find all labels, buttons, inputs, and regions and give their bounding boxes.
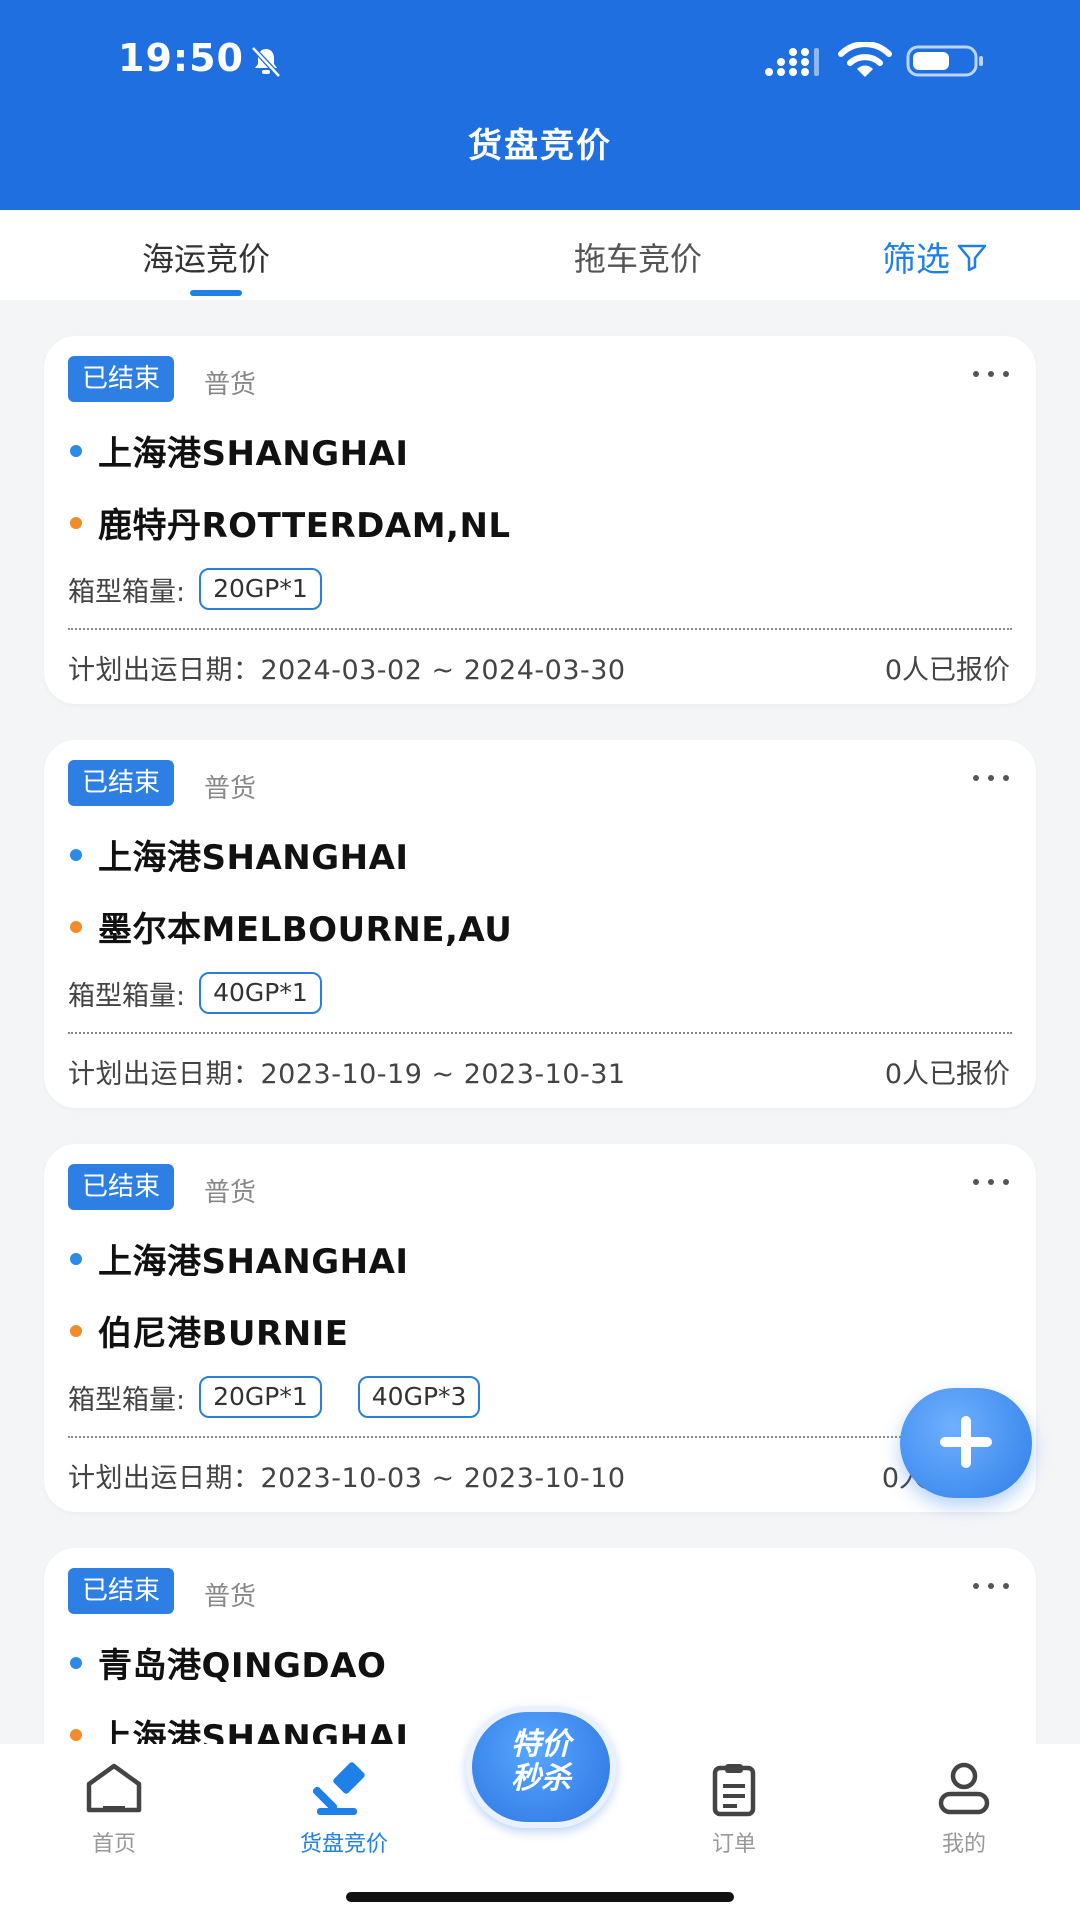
container-label: 箱型箱量: [68,980,186,1012]
container-tag: 20GP*1 [199,1376,322,1418]
more-icon[interactable] [970,368,1012,380]
home-indicator [346,1892,734,1902]
nav-orders[interactable]: 订单 [654,1760,814,1858]
status-badge: 已结束 [68,1568,175,1614]
destination-port: 伯尼港BURNIE [70,1306,349,1355]
flash-sale-line-1: 特价 [511,1727,571,1762]
destination-dot [70,516,82,529]
nav-mine-label: 我的 [941,1832,986,1857]
plus-icon [940,1416,992,1468]
destination-port: 墨尔本MELBOURNE,AU [70,902,512,951]
destination-port-name: 墨尔本MELBOURNE,AU [98,910,513,950]
destination-dot [70,1324,82,1337]
gavel-icon [312,1762,365,1815]
bidding-card[interactable]: 已结束 普货 上海港SHANGHAI 墨尔本MELBOURNE,AU 箱型箱量:… [44,740,1036,1108]
more-icon[interactable] [970,1580,1012,1592]
destination-dot [70,920,82,933]
cargo-type: 普货 [204,1582,257,1612]
cargo-type: 普货 [204,1178,257,1208]
tab-truck-bidding[interactable]: 拖车竞价 [574,234,702,280]
funnel-icon [957,244,987,271]
wifi-icon [838,42,892,77]
origin-dot [70,848,82,861]
origin-port-name: 上海港SHANGHAI [98,1242,409,1282]
quote-count: 0人已报价 [884,1059,1010,1090]
container-tag: 40GP*3 [357,1376,481,1418]
origin-dot [70,1252,82,1265]
bell-muted-icon [251,46,281,78]
status-badge: 已结束 [68,356,175,402]
cargo-type: 普货 [204,774,257,804]
nav-bidding[interactable]: 货盘竞价 [264,1760,424,1858]
add-bidding-button[interactable] [900,1388,1032,1498]
flash-sale-button[interactable]: 特价 秒杀 [466,1706,616,1828]
destination-port-name: 鹿特丹ROTTERDAM,NL [98,506,511,546]
tab-sea-bidding[interactable]: 海运竞价 [142,234,270,280]
user-icon [938,1762,990,1815]
divider [68,628,1012,630]
container-row: 箱型箱量: 20GP*1 [68,568,358,610]
shipping-dates: 计划出运日期：2023-10-19 ~ 2023-10-31 [68,1059,626,1090]
shipping-dates: 计划出运日期：2023-10-03 ~ 2023-10-10 [68,1463,626,1494]
nav-mine[interactable]: 我的 [884,1760,1044,1858]
status-badge: 已结束 [68,760,175,806]
battery-icon [906,45,983,77]
origin-port-name: 上海港SHANGHAI [98,434,409,474]
filter-button[interactable]: 筛选 [882,232,988,281]
divider [68,1032,1012,1034]
origin-port-name: 青岛港QINGDAO [98,1646,387,1686]
nav-home-label: 首页 [91,1832,136,1857]
origin-port-name: 上海港SHANGHAI [98,838,409,878]
origin-dot [70,1656,82,1669]
container-label: 箱型箱量: [68,1384,186,1416]
more-icon[interactable] [970,772,1012,784]
origin-port: 青岛港QINGDAO [70,1638,386,1687]
shipping-dates: 计划出运日期：2024-03-02 ~ 2024-03-30 [68,655,626,686]
filter-label: 筛选 [882,240,950,280]
container-row: 箱型箱量: 20GP*1 40GP*3 [68,1376,516,1418]
nav-bidding-label: 货盘竞价 [299,1832,388,1857]
origin-port: 上海港SHANGHAI [70,830,409,879]
bidding-card[interactable]: 已结束 普货 上海港SHANGHAI 伯尼港BURNIE 箱型箱量: 20GP*… [44,1144,1036,1512]
flash-sale-line-2: 秒杀 [511,1761,571,1796]
divider [68,1436,1012,1438]
container-tag: 20GP*1 [199,568,322,610]
signal-icon [765,48,819,76]
origin-dot [70,444,82,457]
home-icon [86,1763,142,1813]
destination-port: 鹿特丹ROTTERDAM,NL [70,498,511,547]
active-tab-indicator [190,290,242,296]
quote-count: 0人已报价 [884,655,1010,686]
status-time: 19:50 [118,36,244,80]
nav-orders-label: 订单 [711,1832,756,1857]
destination-port-name: 伯尼港BURNIE [98,1314,349,1354]
origin-port: 上海港SHANGHAI [70,1234,409,1283]
bidding-list: 已结束 普货 上海港SHANGHAI 鹿特丹ROTTERDAM,NL 箱型箱量:… [44,336,1036,1920]
page-title: 货盘竞价 [468,126,612,166]
container-tag: 40GP*1 [199,972,322,1014]
destination-dot [70,1728,82,1741]
more-icon[interactable] [970,1176,1012,1188]
container-label: 箱型箱量: [68,576,186,608]
origin-port: 上海港SHANGHAI [70,426,409,475]
screen: 19:50 货盘竞价 海运竞价 拖车竞价 筛选 已结束 普货 上海港SHANGH… [0,0,1080,1920]
cargo-type: 普货 [204,370,257,400]
bidding-card[interactable]: 已结束 普货 上海港SHANGHAI 鹿特丹ROTTERDAM,NL 箱型箱量:… [44,336,1036,704]
tab-bar: 海运竞价 拖车竞价 筛选 [0,210,1080,300]
nav-home[interactable]: 首页 [34,1760,194,1858]
clipboard-icon [712,1764,756,1817]
status-badge: 已结束 [68,1164,175,1210]
container-row: 箱型箱量: 40GP*1 [68,972,358,1014]
app-header: 19:50 货盘竞价 [0,0,1080,210]
